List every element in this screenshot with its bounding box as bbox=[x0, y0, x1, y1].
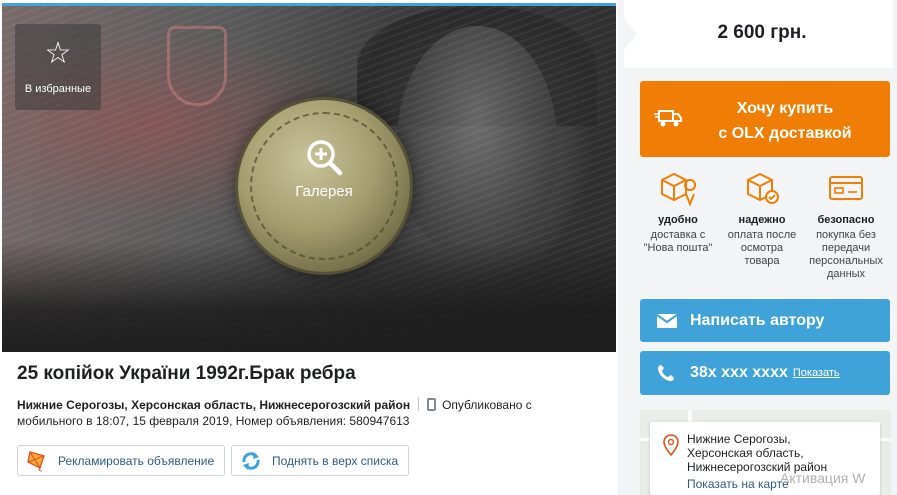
ad-title: 25 копійок України 1992г.Брак ребра bbox=[17, 363, 356, 384]
buy-label: Хочу купить с OLX доставкой bbox=[690, 96, 880, 146]
price-box: 2 600 грн. bbox=[623, 0, 893, 68]
refresh-arrows-icon bbox=[242, 451, 260, 470]
box-check-icon bbox=[747, 172, 779, 204]
feature-desc: доставка с "Нова пошта" bbox=[643, 229, 713, 254]
phone-icon bbox=[658, 365, 674, 381]
feature-title: удобно bbox=[658, 214, 698, 226]
bump-ad-button[interactable]: Поднять в верх списка bbox=[231, 445, 410, 476]
message-label: Написать автору bbox=[690, 311, 825, 329]
buy-label-line2: с OLX доставкой bbox=[718, 125, 852, 142]
zoom-in-icon bbox=[307, 140, 343, 176]
ad-main-column: ☆ В избранные Галерея 25 копійок України… bbox=[0, 0, 617, 495]
add-to-favorites-button[interactable]: ☆ В избранные bbox=[15, 24, 101, 110]
delivery-truck-icon bbox=[654, 110, 682, 127]
bump-label: Поднять в верх списка bbox=[272, 453, 399, 468]
show-phone-button[interactable]: 38x xxx xxxx Показать bbox=[640, 351, 890, 395]
box-location-icon bbox=[661, 172, 697, 207]
map-pin-icon bbox=[663, 434, 679, 456]
ad-location[interactable]: Нижние Серогозы, Херсонская область, Ниж… bbox=[17, 398, 410, 412]
buy-with-delivery-button[interactable]: Хочу купить с OLX доставкой bbox=[640, 81, 890, 157]
map-address: Нижние Серогозы, Херсонская область, Ниж… bbox=[687, 432, 827, 474]
ad-photo[interactable]: ☆ В избранные Галерея bbox=[2, 3, 616, 352]
show-phone-link[interactable]: Показать bbox=[793, 367, 840, 379]
feature-title: надежно bbox=[738, 214, 786, 226]
feature-desc: покупка без передачи персональных данных bbox=[809, 229, 883, 280]
ad-meta: Нижние Серогозы, Херсонская область, Ниж… bbox=[17, 396, 607, 414]
meta-divider bbox=[418, 397, 420, 411]
show-on-map-link[interactable]: Показать на карте bbox=[687, 477, 789, 491]
published-prefix: Опубликовано с bbox=[442, 398, 532, 412]
card-icon bbox=[829, 176, 863, 200]
star-icon: ☆ bbox=[44, 37, 72, 70]
open-gallery-button[interactable]: Галерея bbox=[274, 137, 374, 200]
map-address-line: Херсонская область, bbox=[687, 446, 804, 460]
promote-label: Рекламировать объявление bbox=[58, 453, 215, 468]
favorites-label: В избранные bbox=[24, 83, 92, 95]
feature-convenient: удобно доставка с "Нова пошта" bbox=[638, 170, 718, 255]
envelope-icon bbox=[656, 313, 678, 328]
map-address-line: Нижние Серогозы, bbox=[687, 432, 791, 446]
promote-ad-button[interactable]: Рекламировать объявление bbox=[17, 445, 226, 476]
price: 2 600 грн. bbox=[717, 22, 807, 43]
feature-title: безопасно bbox=[817, 214, 875, 226]
kite-icon bbox=[27, 450, 45, 471]
phone-number: 38x xxx xxxx bbox=[690, 364, 788, 381]
os-activation-watermark: Активация W bbox=[780, 470, 866, 486]
mobile-phone-icon bbox=[427, 398, 437, 411]
gallery-label: Галерея bbox=[295, 183, 353, 200]
feature-desc: оплата после осмотра товара bbox=[727, 229, 797, 267]
message-author-button[interactable]: Написать автору bbox=[640, 299, 890, 342]
published-info: мобильного в 18:07, 15 февраля 2019, Ном… bbox=[17, 414, 410, 428]
feature-reliable: надежно оплата после осмотра товара bbox=[722, 170, 802, 268]
feature-safe: безопасно покупка без передачи персональ… bbox=[806, 170, 886, 281]
buy-label-line1: Хочу купить bbox=[736, 100, 834, 117]
